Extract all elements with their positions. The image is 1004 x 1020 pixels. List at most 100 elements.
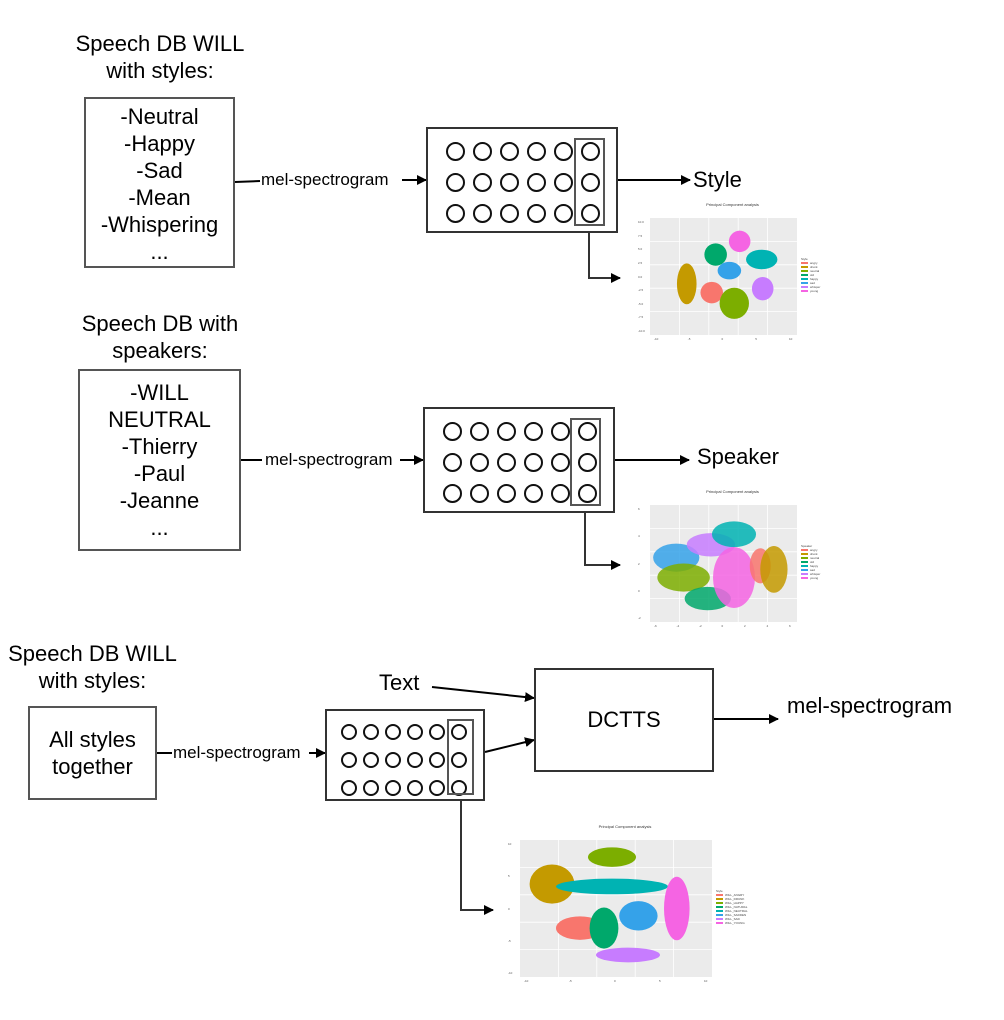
row1-db-item: -Neutral bbox=[120, 104, 199, 129]
x-tick-label: 0 bbox=[721, 624, 724, 628]
legend-swatch bbox=[801, 265, 808, 268]
row3-embedding-layer bbox=[447, 719, 474, 795]
cluster-neutral bbox=[719, 287, 749, 319]
row3-dctts-block: DCTTS bbox=[534, 668, 714, 772]
neuron bbox=[500, 204, 519, 223]
cluster-angry bbox=[700, 281, 724, 304]
plot-title: Principal Component analysis bbox=[706, 489, 759, 494]
neuron bbox=[500, 173, 519, 192]
legend-swatch bbox=[801, 277, 808, 280]
cluster-happy bbox=[711, 521, 757, 548]
plot-panel bbox=[650, 505, 797, 622]
row2-embedding-to-plot-arrow bbox=[584, 506, 621, 570]
row1-db-to-label-line bbox=[234, 180, 261, 183]
y-tick-label: -10 bbox=[508, 971, 513, 975]
neuron bbox=[385, 780, 401, 796]
row2-db-item: -WILL bbox=[130, 380, 189, 405]
cluster-WILL_SAD bbox=[596, 947, 660, 963]
neuron bbox=[551, 422, 570, 441]
row3-text-input-label: Text bbox=[379, 670, 420, 695]
row3-db-title: Speech DB WILL with styles: bbox=[8, 641, 177, 693]
legend-swatch bbox=[801, 576, 808, 579]
row2-embedding-layer bbox=[570, 418, 601, 506]
row3-db-box: All styles together bbox=[28, 706, 157, 800]
neuron bbox=[527, 204, 546, 223]
y-tick-label: -2.5 bbox=[638, 288, 644, 293]
x-tick-label: 5 bbox=[659, 979, 661, 983]
cluster-WILL_HAPPY bbox=[588, 847, 636, 867]
cluster-WILL_NATURAL bbox=[589, 907, 619, 949]
plot-panel bbox=[650, 218, 797, 335]
neuron bbox=[429, 752, 445, 768]
legend-swatch bbox=[801, 285, 808, 288]
legend-swatch bbox=[716, 901, 723, 904]
y-tick-label: -10.0 bbox=[638, 329, 645, 333]
neuron bbox=[470, 453, 489, 472]
x-tick-label: -10 bbox=[524, 979, 529, 983]
neuron bbox=[446, 204, 465, 223]
neuron bbox=[497, 422, 516, 441]
legend-swatch bbox=[801, 556, 808, 559]
row3-db-box-text: All styles together bbox=[49, 727, 136, 779]
neuron bbox=[407, 780, 423, 796]
legend-swatch bbox=[716, 909, 723, 912]
x-tick-label: 5 bbox=[755, 337, 757, 341]
row2-db-title: Speech DB with speakers: bbox=[81, 311, 239, 363]
plot-legend: Style WILL_ANGRY WILL_DRUNK WILL_HAPPY WILL_… bbox=[716, 889, 748, 925]
plot-panel bbox=[520, 840, 712, 977]
neuron bbox=[443, 453, 462, 472]
neuron bbox=[527, 173, 546, 192]
row1-output-label: Style bbox=[693, 167, 742, 192]
row3-embedding-to-plot-arrow bbox=[460, 795, 494, 915]
cluster-young bbox=[728, 230, 751, 253]
neuron bbox=[443, 422, 462, 441]
neuron bbox=[473, 173, 492, 192]
y-tick-label: -5 bbox=[508, 938, 511, 943]
row1-db-item: -Mean bbox=[128, 185, 191, 210]
neuron bbox=[470, 484, 489, 503]
neuron bbox=[446, 173, 465, 192]
row3-embedding-plot: Principal Component analysis 10 5 0 -5 -10 -10… bbox=[500, 820, 750, 995]
row1-db-item: ... bbox=[150, 239, 169, 264]
neuron bbox=[500, 142, 519, 161]
y-tick-label: -7.5 bbox=[638, 315, 644, 320]
row1-db-item: -Happy bbox=[124, 131, 195, 156]
neuron bbox=[385, 724, 401, 740]
y-tick-label: 0 bbox=[638, 588, 640, 593]
row1-db-box: -Neutral -Happy -Sad -Mean -Whispering .… bbox=[84, 97, 235, 268]
cluster-sad bbox=[717, 261, 742, 280]
legend-swatch bbox=[801, 261, 808, 264]
x-tick-label: 0 bbox=[614, 979, 616, 983]
legend-swatch bbox=[716, 913, 723, 916]
cluster-whisper bbox=[751, 276, 774, 301]
neuron bbox=[385, 752, 401, 768]
x-tick-label: 0 bbox=[721, 337, 724, 341]
cluster-drunk bbox=[676, 263, 697, 305]
row3-output-label: mel-spectrogram bbox=[787, 693, 953, 718]
neuron bbox=[341, 780, 357, 796]
row2-db-item: NEUTRAL bbox=[108, 407, 211, 432]
neuron bbox=[527, 142, 546, 161]
legend-label: WILL_YOUNG bbox=[725, 920, 745, 925]
row2-db-item: ... bbox=[150, 515, 169, 540]
x-tick-label: -10 bbox=[654, 337, 659, 341]
row1-db-title: Speech DB WILL with styles: bbox=[75, 31, 245, 83]
legend-swatch bbox=[801, 568, 808, 571]
legend-swatch bbox=[801, 564, 808, 567]
neuron bbox=[443, 484, 462, 503]
row2-embedding-plot: Principal Component analysis 6 4 2 0 -2 -6 -4 -2… bbox=[630, 485, 835, 640]
neuron bbox=[407, 752, 423, 768]
x-tick-label: 6 bbox=[789, 624, 791, 628]
legend-label: young bbox=[810, 288, 819, 293]
y-tick-label: 6 bbox=[638, 507, 640, 511]
cluster-old bbox=[704, 243, 727, 266]
row2-db-item: -Jeanne bbox=[119, 488, 200, 513]
row1-db-item: -Sad bbox=[136, 158, 183, 183]
legend-swatch bbox=[801, 281, 808, 284]
row3-text-to-dctts-arrow bbox=[431, 686, 535, 703]
neuron bbox=[470, 422, 489, 441]
cluster-happy bbox=[746, 249, 778, 270]
y-tick-label: 4 bbox=[638, 534, 640, 539]
y-tick-label: 7.5 bbox=[638, 233, 643, 238]
neuron bbox=[473, 204, 492, 223]
